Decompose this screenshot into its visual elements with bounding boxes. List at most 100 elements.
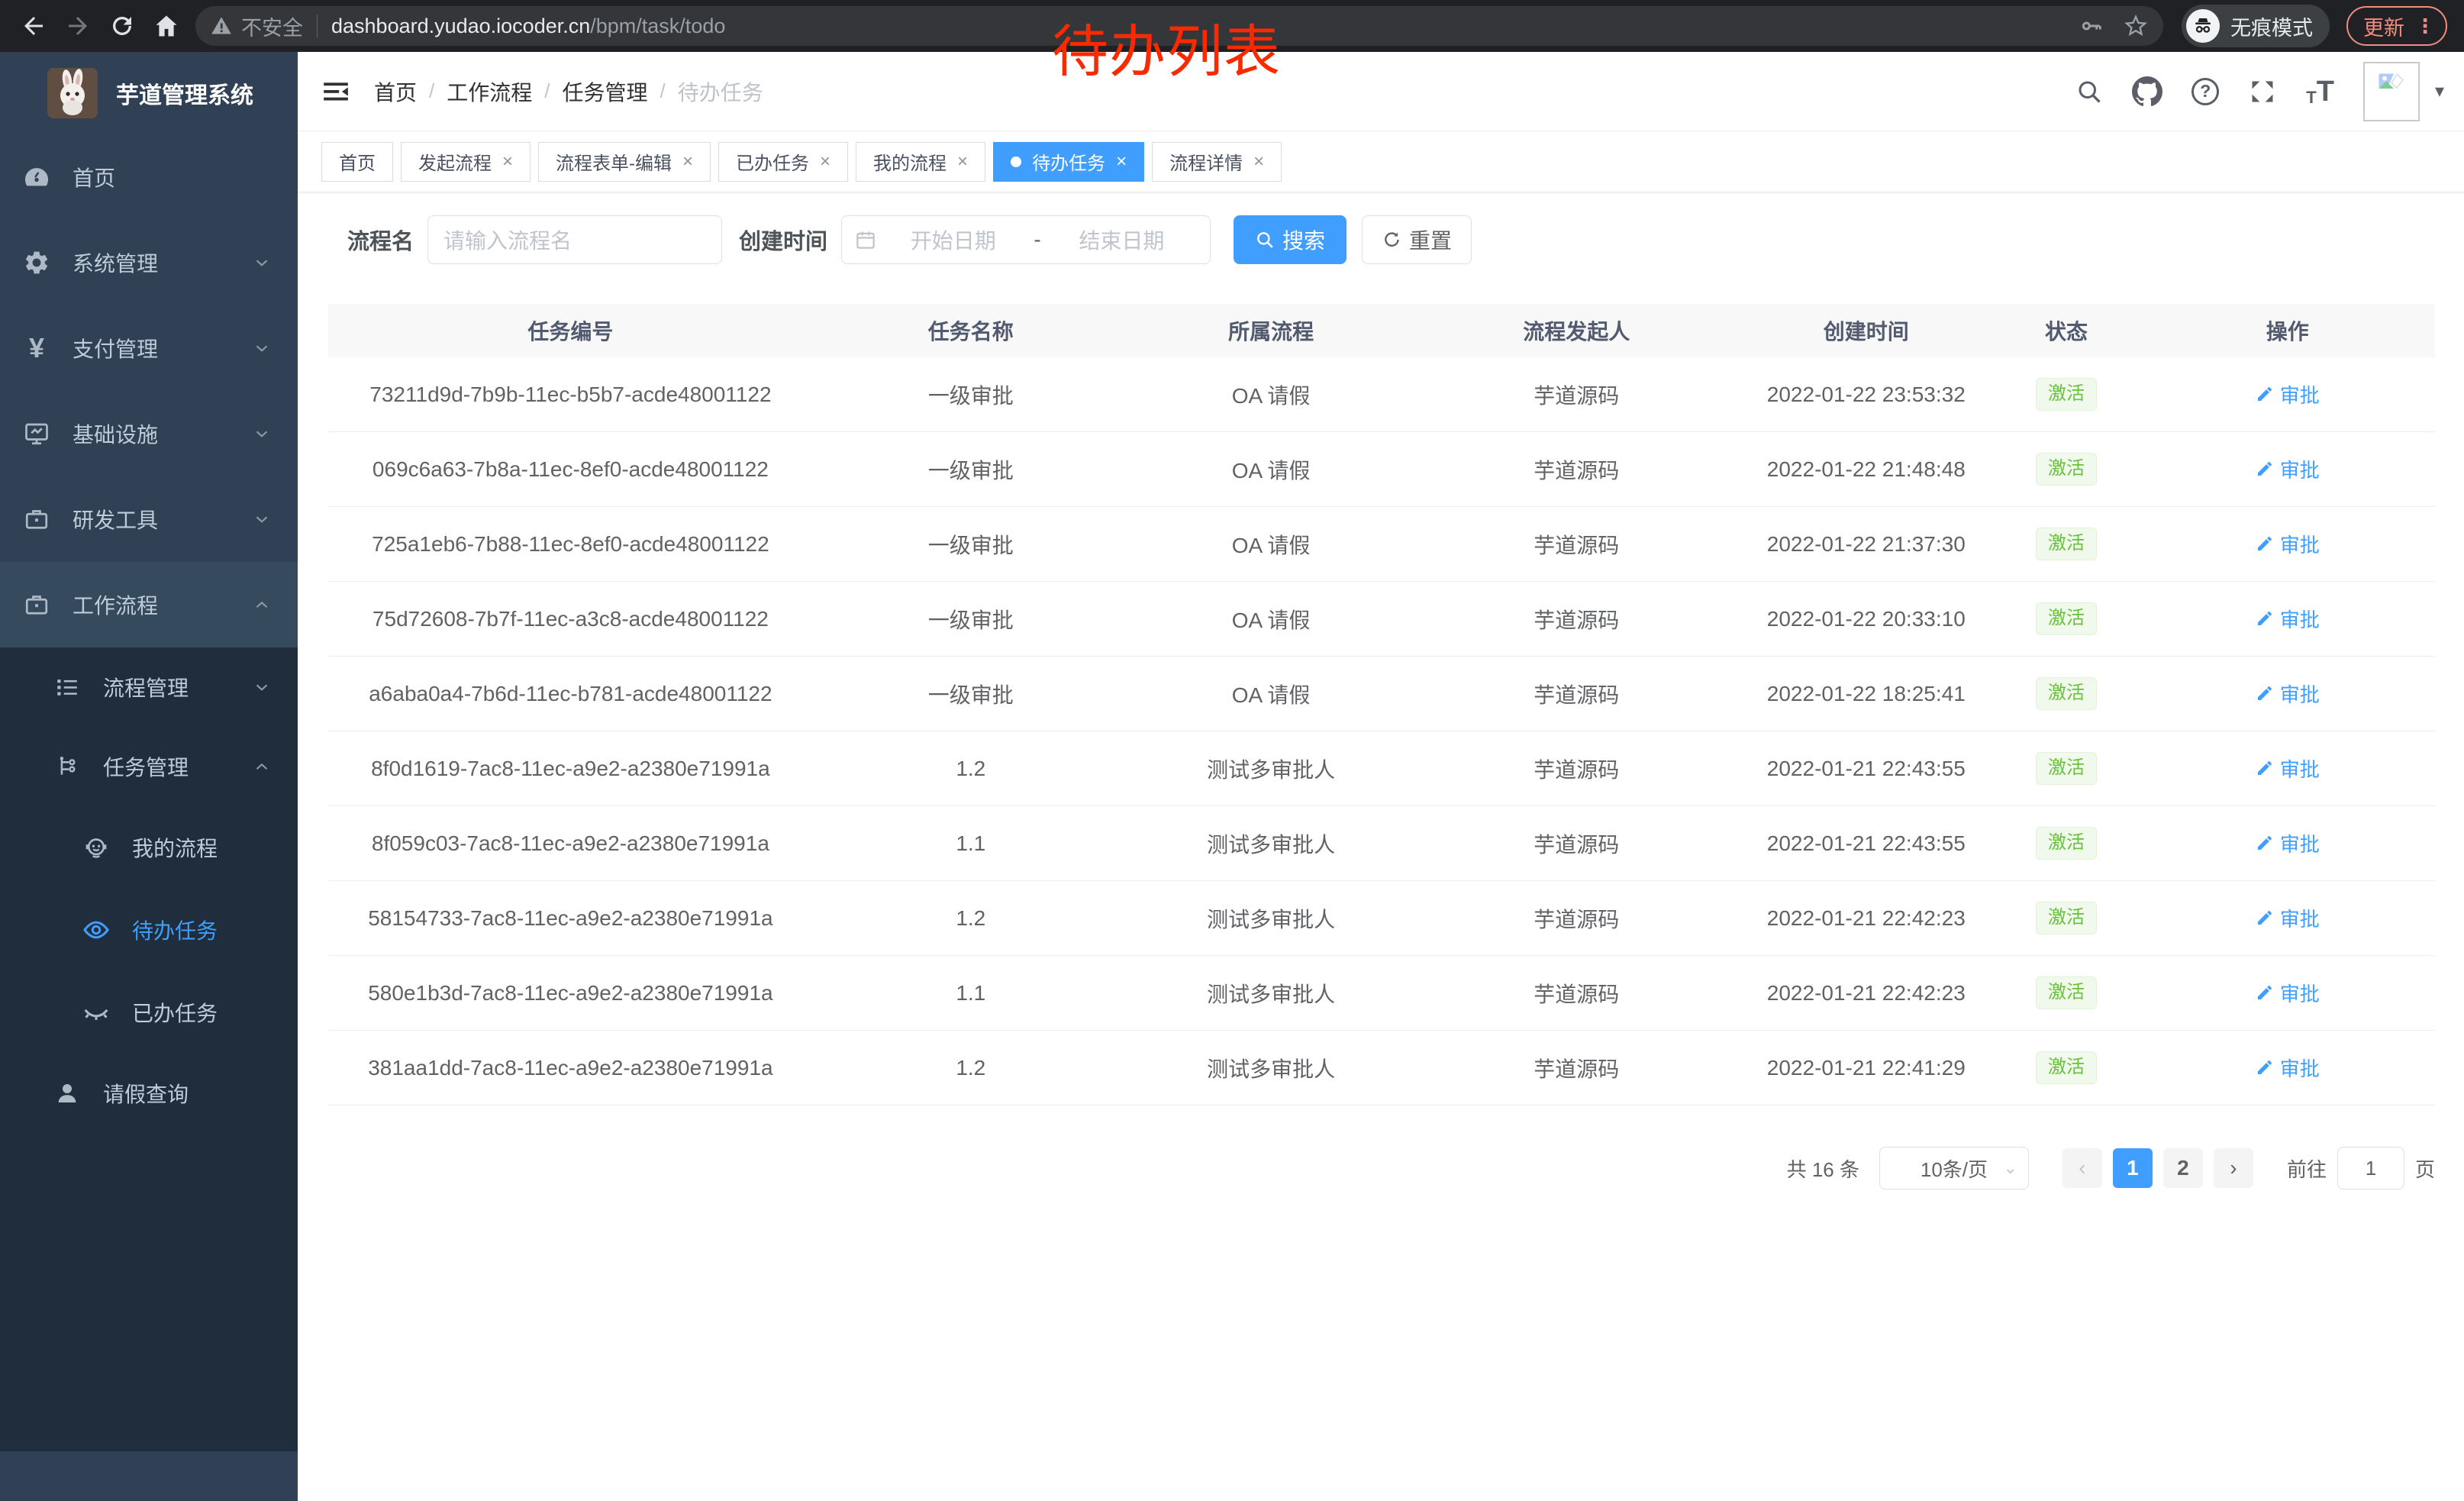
sidebar-item-home[interactable]: 首页 [0,134,298,220]
status-badge: 激活 [2036,976,2097,1009]
start-date-placeholder[interactable]: 开始日期 [877,224,1029,255]
approve-link[interactable]: 审批 [2256,754,2320,783]
browser-reload-button[interactable] [107,11,137,41]
incognito-label: 无痕模式 [2230,11,2313,41]
tab-process-form-edit[interactable]: 流程表单-编辑× [538,142,711,182]
avatar[interactable] [2363,62,2420,121]
avatar-caret-icon[interactable]: ▾ [2435,80,2444,102]
task-create-time: 2022-01-21 22:42:23 [1740,906,1992,931]
status-badge: 激活 [2036,1051,2097,1083]
tab-home[interactable]: 首页 [321,142,393,182]
tab-my-process[interactable]: 我的流程× [856,142,985,182]
table-row: a6aba0a4-7b6d-11ec-b781-acde48001122 一级审… [328,657,2435,731]
breadcrumb-workflow[interactable]: 工作流程 [447,76,532,107]
table-row: 75d72608-7b7f-11ec-a3c8-acde48001122 一级审… [328,582,2435,657]
task-create-time: 2022-01-21 22:42:23 [1740,981,1992,1006]
goto-label: 前往 [2287,1154,2327,1183]
close-icon[interactable]: × [682,151,693,173]
task-id: 381aa1dd-7ac8-11ec-a9e2-a2380e71991a [328,1056,813,1080]
sidebar-item-label: 基础设施 [73,418,158,449]
task-name: 一级审批 [813,604,1129,634]
monitor-icon [20,420,53,447]
approve-link[interactable]: 审批 [2256,530,2320,558]
browser-menu-icon[interactable]: ⋮ [2415,15,2435,38]
process-name-input[interactable]: 请输入流程名 [427,215,722,264]
password-key-icon[interactable] [2079,14,2104,38]
close-icon[interactable]: × [502,151,513,173]
breadcrumb-home[interactable]: 首页 [374,76,417,107]
close-icon[interactable]: × [1116,151,1127,173]
fullscreen-icon[interactable] [2248,77,2277,106]
close-icon[interactable]: × [1253,151,1264,173]
approve-link[interactable]: 审批 [2256,904,2320,932]
reset-button[interactable]: 重置 [1362,215,1472,264]
task-create-time: 2022-01-22 20:33:10 [1740,607,1992,631]
eye-open-icon [79,915,113,944]
bookmark-star-icon[interactable] [2124,14,2148,38]
goto-page-input[interactable] [2337,1147,2404,1190]
sidebar-item-task-management[interactable]: 任务管理 [0,727,298,806]
sidebar-item-payment[interactable]: ¥ 支付管理 [0,305,298,391]
font-size-icon[interactable]: TT [2306,77,2334,106]
github-icon[interactable] [2132,76,2162,107]
browser-back-button[interactable] [18,11,49,41]
sidebar-item-my-process[interactable]: 我的流程 [0,806,298,889]
sidebar-item-dev-tools[interactable]: 研发工具 [0,476,298,562]
warning-icon [211,15,232,37]
approve-link[interactable]: 审批 [2256,979,2320,1007]
sidebar-item-done-tasks[interactable]: 已办任务 [0,971,298,1054]
browser-forward-button[interactable] [63,11,93,41]
sidebar-item-todo-tasks[interactable]: 待办任务 [0,889,298,971]
approve-link[interactable]: 审批 [2256,1054,2320,1082]
tab-start-process[interactable]: 发起流程× [401,142,531,182]
end-date-placeholder[interactable]: 结束日期 [1046,224,1198,255]
close-icon[interactable]: × [957,151,968,173]
column-header-task-id: 任务编号 [328,315,813,346]
prev-page-button[interactable]: ‹ [2062,1148,2102,1188]
approve-link[interactable]: 审批 [2256,679,2320,708]
sidebar-item-workflow[interactable]: 工作流程 [0,562,298,647]
approve-link[interactable]: 审批 [2256,455,2320,483]
browser-update-button[interactable]: 更新 ⋮ [2346,6,2447,46]
tab-todo-tasks[interactable]: 待办任务× [993,142,1144,182]
sidebar-item-system[interactable]: 系统管理 [0,220,298,305]
close-icon[interactable]: × [820,151,830,173]
page-size-select[interactable]: 10条/页 ⌄ [1879,1147,2029,1190]
table-row: 8f059c03-7ac8-11ec-a9e2-a2380e71991a 1.1… [328,806,2435,881]
approve-link[interactable]: 审批 [2256,829,2320,857]
tab-process-detail[interactable]: 流程详情× [1152,142,1282,182]
search-button[interactable]: 搜索 [1234,215,1346,264]
table-row: 381aa1dd-7ac8-11ec-a9e2-a2380e71991a 1.2… [328,1031,2435,1106]
sidebar-item-infrastructure[interactable]: 基础设施 [0,391,298,476]
approve-link[interactable]: 审批 [2256,605,2320,633]
tags-view-bar: 首页 发起流程× 流程表单-编辑× 已办任务× 我的流程× 待办任务× 流程详情… [298,131,2464,192]
browser-home-button[interactable] [151,11,182,41]
help-icon[interactable]: ? [2191,78,2219,105]
task-starter: 芋道源码 [1413,529,1740,560]
approve-link[interactable]: 审批 [2256,380,2320,408]
date-range-picker[interactable]: 开始日期 - 结束日期 [841,215,1211,264]
sidebar-item-process-management[interactable]: 流程管理 [0,647,298,727]
task-name: 1.1 [813,831,1129,856]
next-page-button[interactable]: › [2214,1148,2253,1188]
sidebar-item-leave-query[interactable]: 请假查询 [0,1054,298,1133]
status-badge: 激活 [2036,602,2097,634]
eye-closed-icon [79,998,113,1027]
column-header-starter: 流程发起人 [1413,315,1740,346]
search-icon[interactable] [2075,78,2103,105]
tab-done-tasks[interactable]: 已办任务× [718,142,848,182]
page-button-1[interactable]: 1 [2113,1148,2153,1188]
sidebar-item-label: 我的流程 [132,832,218,863]
task-name: 一级审批 [813,454,1129,485]
date-range-separator: - [1029,228,1045,252]
robot-face-icon [79,834,113,861]
task-process: OA 请假 [1129,604,1414,634]
breadcrumb-task-management[interactable]: 任务管理 [563,76,648,107]
process-name-label: 流程名 [347,224,414,256]
sidebar-logo-row[interactable]: 芋道管理系统 [0,52,298,134]
todo-task-table: 任务编号 任务名称 所属流程 流程发起人 创建时间 状态 操作 73211d9d… [328,304,2435,1106]
chevron-down-icon [252,253,272,273]
page-button-2[interactable]: 2 [2163,1148,2203,1188]
sidebar-collapse-icon[interactable] [319,75,353,108]
chevron-up-icon [252,757,272,776]
